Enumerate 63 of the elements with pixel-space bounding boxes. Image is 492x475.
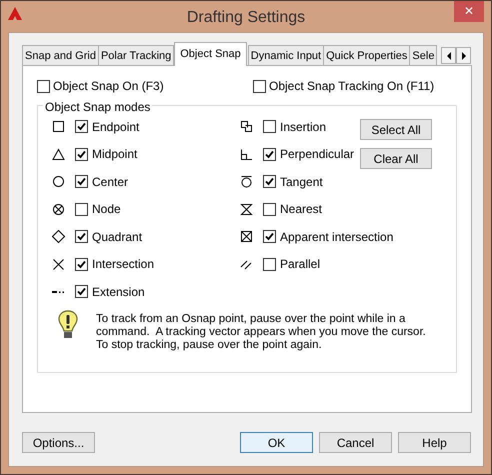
checkbox[interactable] (75, 285, 88, 298)
dialog-button[interactable]: Cancel (319, 432, 392, 453)
checkbox-label: Insertion (280, 118, 326, 136)
hourglass-icon (240, 202, 253, 216)
tab[interactable]: Polar Tracking (98, 45, 174, 66)
checkbox[interactable] (263, 120, 276, 133)
checkbox[interactable] (263, 258, 276, 270)
checkbox-label: Extension (92, 284, 145, 300)
checkbox[interactable] (263, 148, 276, 160)
stepped-squares-icon (240, 120, 253, 133)
checkbox[interactable] (75, 230, 88, 243)
checkbox-label: Endpoint (92, 118, 140, 136)
lightbulb-icon (58, 310, 78, 340)
checkbox[interactable] (75, 258, 88, 270)
square-icon (52, 120, 65, 133)
checkbox-label: Intersection (92, 256, 154, 273)
triangle-icon (52, 148, 65, 160)
perpendicular-icon (240, 148, 253, 160)
left-arrow-icon (446, 50, 450, 60)
tab[interactable]: Snap and Grid (22, 45, 99, 66)
window-title: Drafting Settings (186, 8, 306, 28)
app-logo-icon (8, 7, 22, 21)
dialog-button[interactable]: Options... (22, 432, 95, 453)
circle-cross-icon (52, 202, 65, 216)
tip-text: To track from an Osnap point, pause over the point while in a command. A tracking vector appears when you move the cursor. To stop tracking, pause over the point again. (96, 313, 426, 352)
checkbox-label: Perpendicular (280, 146, 354, 163)
checkbox[interactable] (75, 148, 88, 160)
checkbox-label: Object Snap Tracking On (F11) (269, 78, 434, 95)
checkbox-label: Center (92, 174, 128, 190)
checkbox-label: Node (92, 201, 121, 218)
tab[interactable]: Quick Properties (323, 45, 410, 66)
select-all-button[interactable]: Select All (360, 119, 432, 140)
right-arrow-icon (462, 50, 466, 60)
checkbox-label: Apparent intersection (280, 228, 394, 246)
diamond-icon (52, 230, 65, 243)
checkbox[interactable] (75, 175, 88, 188)
circle-icon (52, 175, 65, 188)
checkbox[interactable] (75, 202, 88, 216)
checkbox[interactable] (263, 202, 276, 216)
dialog-button[interactable]: OK (240, 432, 313, 453)
dialog-button[interactable]: Help (398, 432, 471, 453)
checkbox[interactable] (253, 80, 266, 92)
checkbox-label: Quadrant (92, 228, 142, 246)
checkbox-label: Parallel (280, 256, 320, 273)
tab[interactable]: Dynamic Input (248, 45, 324, 66)
cross-icon (52, 258, 65, 270)
checkbox-label: Midpoint (92, 146, 138, 163)
checkbox[interactable] (37, 80, 50, 92)
close-button[interactable]: ✕ (454, 1, 484, 22)
checkbox[interactable] (263, 175, 276, 188)
checkbox-label: Object Snap On (F3) (53, 78, 164, 95)
checkbox[interactable] (75, 120, 88, 133)
tangent-circle-icon (240, 175, 253, 188)
tab[interactable]: Object Snap (174, 42, 247, 66)
checkbox-label: Tangent (280, 174, 323, 190)
checkbox[interactable] (263, 230, 276, 243)
scroll-right-button[interactable] (456, 47, 471, 64)
clear-all-button[interactable]: Clear All (360, 148, 432, 169)
tab[interactable]: Sele (409, 45, 438, 66)
checkbox-label: Nearest (280, 201, 322, 218)
scroll-left-button[interactable] (441, 47, 456, 64)
parallel-lines-icon (240, 258, 253, 270)
box-cross-icon (240, 230, 253, 243)
